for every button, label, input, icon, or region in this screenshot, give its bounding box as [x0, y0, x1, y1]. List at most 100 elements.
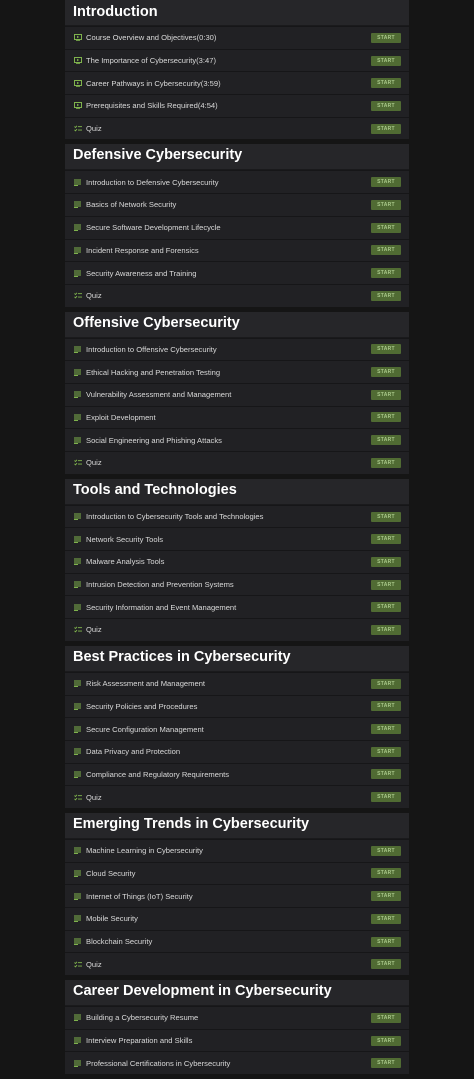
start-button[interactable]: START — [371, 724, 401, 735]
start-button[interactable]: START — [371, 199, 401, 210]
start-button[interactable]: START — [371, 891, 401, 902]
lesson-row[interactable]: Quiz START — [65, 451, 409, 474]
lesson-row[interactable]: Introduction to Offensive Cybersecurity S… — [65, 337, 409, 361]
start-button[interactable]: START — [371, 936, 401, 947]
lesson-title: Quiz — [86, 625, 102, 635]
lesson-title: Data Privacy and Protection — [86, 747, 181, 757]
section-title: Emerging Trends in Cybersecurity — [73, 815, 310, 832]
start-button[interactable]: START — [371, 457, 401, 468]
text-icon — [73, 725, 82, 734]
start-button[interactable]: START — [371, 678, 401, 689]
lesson-row[interactable]: Security Information and Event Managemen… — [65, 595, 409, 619]
lesson-title: Quiz — [86, 792, 102, 802]
lesson-title: Security Policies and Procedures — [86, 701, 198, 711]
lesson-title: Quiz — [86, 458, 102, 468]
lesson-row[interactable]: Mobile Security START — [65, 907, 409, 930]
lesson-row[interactable]: Quiz START — [65, 283, 409, 307]
lesson-row[interactable]: Professional Certifications in Cybersecu… — [65, 1051, 409, 1075]
lesson-row[interactable]: Cloud Security START — [65, 861, 409, 885]
lesson-row[interactable]: Malware Analysis Tools START — [65, 550, 409, 573]
start-button[interactable]: START — [371, 435, 401, 446]
start-button[interactable]: START — [371, 78, 401, 89]
start-button[interactable]: START — [371, 556, 401, 567]
start-button[interactable]: START — [371, 123, 401, 134]
lesson-row[interactable]: Internet of Things (IoT) Security START — [65, 884, 409, 907]
lesson-row[interactable]: Quiz START — [65, 116, 409, 140]
lesson-row[interactable]: Security Policies and Procedures START — [65, 694, 409, 718]
text-icon — [73, 679, 82, 688]
text-icon — [73, 892, 82, 901]
text-icon — [73, 223, 82, 232]
lesson-row[interactable]: Risk Assessment and Management START — [65, 671, 409, 695]
lesson-row[interactable]: Course Overview and Objectives(0:30) STAR… — [65, 26, 409, 49]
lesson-row[interactable]: Introduction to Cybersecurity Tools and … — [65, 504, 409, 528]
quiz-icon — [73, 625, 82, 634]
course-section: Emerging Trends in Cybersecurity Machine … — [65, 812, 409, 976]
text-icon — [73, 1013, 82, 1022]
lesson-title: Secure Software Development Lifecycle — [86, 223, 221, 233]
start-button[interactable]: START — [371, 177, 401, 188]
lesson-row[interactable]: The Importance of Cybersecurity(3:47) STA… — [65, 48, 409, 72]
start-button[interactable]: START — [371, 701, 401, 712]
video-icon — [73, 33, 82, 42]
lesson-row[interactable]: Ethical Hacking and Penetration Testing S… — [65, 360, 409, 383]
section-header: Tools and Technologies — [65, 478, 409, 505]
start-button[interactable]: START — [371, 55, 401, 66]
start-button[interactable]: START — [371, 845, 401, 856]
lesson-row[interactable]: Social Engineering and Phishing Attacks S… — [65, 428, 409, 451]
start-button[interactable]: START — [371, 412, 401, 423]
course-section: Defensive Cybersecurity Introduction to D… — [65, 144, 409, 307]
lesson-row[interactable]: Security Awareness and Training START — [65, 261, 409, 284]
lesson-row[interactable]: Compliance and Regulatory Requirements ST… — [65, 762, 409, 786]
start-button[interactable]: START — [371, 290, 401, 301]
start-button[interactable]: START — [371, 100, 401, 111]
start-button[interactable]: START — [371, 868, 401, 879]
section-title: Career Development in Cybersecurity — [73, 983, 332, 1000]
text-icon — [73, 390, 82, 399]
lesson-row[interactable]: Blockchain Security START — [65, 929, 409, 953]
lesson-row[interactable]: Introduction to Defensive Cybersecurity S… — [65, 170, 409, 194]
start-button[interactable]: START — [371, 511, 401, 522]
start-button[interactable]: START — [371, 534, 401, 545]
start-button[interactable]: START — [371, 245, 401, 256]
lesson-row[interactable]: Secure Software Development Lifecycle STA… — [65, 215, 409, 239]
lesson-row[interactable]: Prerequisites and Skills Required(4:54) S… — [65, 94, 409, 117]
lesson-title: Mobile Security — [86, 914, 138, 924]
lesson-row[interactable]: Career Pathways in Cybersecurity(3:59) ST… — [65, 71, 409, 95]
lesson-row[interactable]: Secure Configuration Management START — [65, 717, 409, 740]
text-icon — [73, 368, 82, 377]
lesson-row[interactable]: Basics of Network Security START — [65, 193, 409, 216]
start-button[interactable]: START — [371, 268, 401, 279]
start-button[interactable]: START — [371, 959, 401, 970]
lesson-row[interactable]: Quiz START — [65, 618, 409, 641]
lesson-row[interactable]: Exploit Development START — [65, 405, 409, 429]
lesson-title: Quiz — [86, 291, 102, 301]
start-button[interactable]: START — [371, 222, 401, 233]
lesson-row[interactable]: Building a Cybersecurity Resume START — [65, 1006, 409, 1029]
lesson-row[interactable]: Machine Learning in Cybersecurity START — [65, 838, 409, 862]
start-button[interactable]: START — [371, 1035, 401, 1046]
start-button[interactable]: START — [371, 389, 401, 400]
start-button[interactable]: START — [371, 624, 401, 635]
start-button[interactable]: START — [371, 746, 401, 757]
lesson-row[interactable]: Intrusion Detection and Prevention Syste… — [65, 572, 409, 596]
lesson-row[interactable]: Data Privacy and Protection START — [65, 739, 409, 763]
lesson-row[interactable]: Vulnerability Assessment and Management S… — [65, 382, 409, 406]
lesson-row[interactable]: Quiz START — [65, 952, 409, 976]
lesson-row[interactable]: Incident Response and Forensics START — [65, 238, 409, 262]
lesson-row[interactable]: Network Security Tools START — [65, 527, 409, 551]
start-button[interactable]: START — [371, 769, 401, 780]
text-icon — [73, 557, 82, 566]
start-button[interactable]: START — [371, 367, 401, 378]
start-button[interactable]: START — [371, 1012, 401, 1023]
start-button[interactable]: START — [371, 602, 401, 613]
lesson-title: Prerequisites and Skills Required(4:54) — [86, 101, 218, 111]
lesson-row[interactable]: Interview Preparation and Skills START — [65, 1028, 409, 1052]
start-button[interactable]: START — [371, 792, 401, 803]
lesson-row[interactable]: Quiz START — [65, 785, 409, 808]
start-button[interactable]: START — [371, 913, 401, 924]
start-button[interactable]: START — [371, 344, 401, 355]
section-header: Introduction — [65, 0, 409, 26]
start-button[interactable]: START — [371, 579, 401, 590]
start-button[interactable]: START — [371, 32, 401, 43]
